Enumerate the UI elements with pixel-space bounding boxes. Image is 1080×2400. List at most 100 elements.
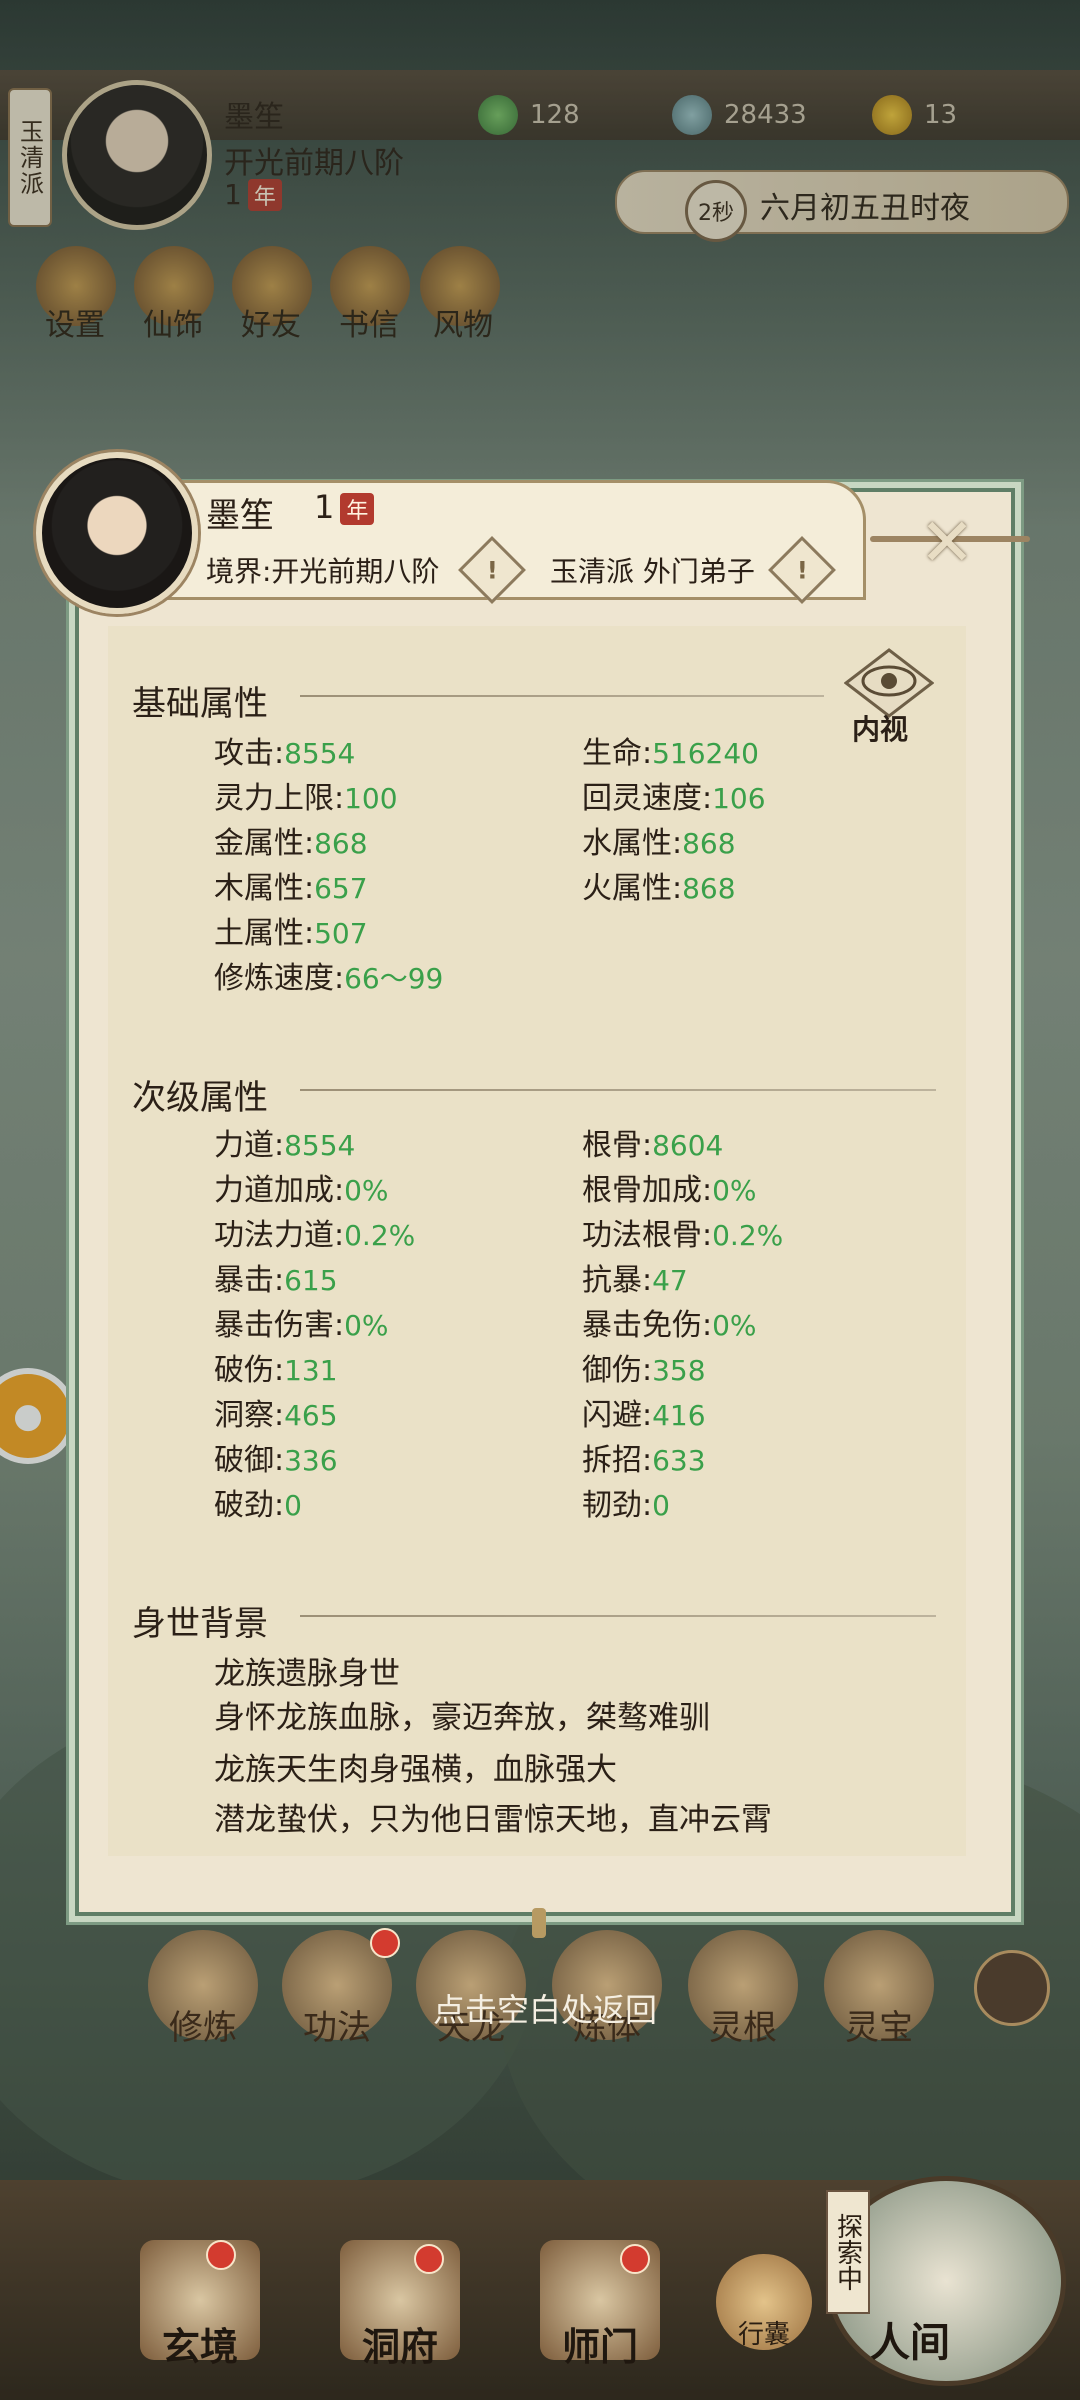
stat-label: 回灵速度 bbox=[582, 781, 702, 816]
stat-value: 868 bbox=[314, 827, 368, 860]
section-divider bbox=[300, 1089, 936, 1091]
stat-strength: 力道:8554 bbox=[214, 1128, 356, 1163]
stat-metal: 金属性:868 bbox=[214, 826, 368, 861]
stat-value: 66～99 bbox=[344, 962, 444, 995]
age-value: 1 bbox=[314, 488, 335, 526]
stat-crit-damage: 暴击伤害:0% bbox=[214, 1308, 389, 1343]
notification-dot bbox=[414, 2244, 444, 2274]
character-sect: 玉清派 外门弟子 bbox=[550, 555, 755, 588]
stat-label: 洞察 bbox=[214, 1398, 274, 1433]
stat-value: 416 bbox=[652, 1399, 706, 1432]
exploring-tag: 探索中 bbox=[826, 2190, 870, 2314]
stat-label: 抗暴 bbox=[582, 1263, 642, 1298]
stat-earth: 土属性:507 bbox=[214, 916, 368, 951]
stat-hp: 生命:516240 bbox=[582, 736, 759, 771]
background-line: 龙族天生肉身强横，血脉强大 bbox=[214, 1752, 617, 1788]
stat-value: 8554 bbox=[284, 737, 356, 770]
nav-label: 洞府 bbox=[361, 2325, 438, 2369]
stat-insight: 洞察:465 bbox=[214, 1398, 338, 1433]
stat-label: 力道 bbox=[214, 1128, 274, 1163]
close-icon[interactable]: ✕ bbox=[912, 508, 982, 578]
stat-label: 暴击 bbox=[214, 1263, 274, 1298]
basic-attributes-title: 基础属性 bbox=[132, 684, 268, 724]
skill-label: 功法 bbox=[303, 2008, 371, 2048]
character-age: 1年 bbox=[314, 488, 375, 526]
world-label: 人间 bbox=[870, 2320, 950, 2366]
stat-label: 灵力上限 bbox=[214, 781, 334, 816]
character-avatar bbox=[36, 452, 198, 614]
stat-wood: 木属性:657 bbox=[214, 871, 368, 906]
stat-value: 8604 bbox=[652, 1129, 724, 1162]
notification-dot bbox=[370, 1928, 400, 1958]
stat-value: 657 bbox=[314, 872, 368, 905]
character-name: 墨笙 bbox=[206, 496, 274, 536]
stat-label: 修炼速度 bbox=[214, 961, 334, 996]
stat-toughness: 韧劲:0 bbox=[582, 1488, 670, 1523]
stat-strength-bonus: 力道加成:0% bbox=[214, 1173, 389, 1208]
stat-value: 131 bbox=[284, 1354, 338, 1387]
stat-dodge: 闪避:416 bbox=[582, 1398, 706, 1433]
stat-label: 水属性 bbox=[582, 826, 672, 861]
stat-label: 暴击伤害 bbox=[214, 1308, 334, 1343]
stat-attack: 攻击:8554 bbox=[214, 736, 356, 771]
stat-spirit-regen: 回灵速度:106 bbox=[582, 781, 766, 816]
stat-value: 0 bbox=[284, 1489, 302, 1522]
stat-water: 水属性:868 bbox=[582, 826, 736, 861]
stat-label: 生命 bbox=[582, 736, 642, 771]
stat-value: 0% bbox=[712, 1309, 757, 1342]
stat-value: 615 bbox=[284, 1264, 338, 1297]
background-line: 身怀龙族血脉，豪迈奔放，桀骜难驯 bbox=[214, 1700, 710, 1736]
stat-value: 358 bbox=[652, 1354, 706, 1387]
stat-crit-resist: 抗暴:47 bbox=[582, 1263, 688, 1298]
stat-value: 47 bbox=[652, 1264, 688, 1297]
stat-label: 根骨加成 bbox=[582, 1173, 702, 1208]
stat-value: 507 bbox=[314, 917, 368, 950]
stat-value: 0.2% bbox=[344, 1219, 416, 1252]
secondary-attributes-title: 次级属性 bbox=[132, 1078, 268, 1118]
stat-value: 0% bbox=[712, 1174, 757, 1207]
notification-dot bbox=[620, 2244, 650, 2274]
stat-crit: 暴击:615 bbox=[214, 1263, 338, 1298]
stat-label: 攻击 bbox=[214, 736, 274, 771]
stat-spirit-cap: 灵力上限:100 bbox=[214, 781, 398, 816]
stat-value: 0% bbox=[344, 1174, 389, 1207]
stat-value: 633 bbox=[652, 1444, 706, 1477]
stat-crit-damage-reduction: 暴击免伤:0% bbox=[582, 1308, 757, 1343]
stat-pierce: 破伤:131 bbox=[214, 1353, 338, 1388]
notification-dot bbox=[206, 2240, 236, 2270]
stat-label: 功法根骨 bbox=[582, 1218, 702, 1253]
character-realm: 境界:开光前期八阶 bbox=[206, 555, 440, 588]
stat-value: 465 bbox=[284, 1399, 338, 1432]
section-divider bbox=[300, 695, 824, 697]
stat-parry: 拆招:633 bbox=[582, 1443, 706, 1478]
stat-value: 106 bbox=[712, 782, 766, 815]
section-divider bbox=[300, 1615, 936, 1617]
skill-label: 灵宝 bbox=[845, 2008, 913, 2048]
stat-value: 336 bbox=[284, 1444, 338, 1477]
stat-label: 土属性 bbox=[214, 916, 304, 951]
skill-label: 修炼 bbox=[169, 2008, 237, 2048]
stat-label: 暴击免伤 bbox=[582, 1308, 702, 1343]
stat-value: 0.2% bbox=[712, 1219, 784, 1252]
stat-break-force: 破劲:0 bbox=[214, 1488, 302, 1523]
age-badge: 年 bbox=[340, 493, 375, 525]
stat-value: 8554 bbox=[284, 1129, 356, 1162]
background-line: 潜龙蛰伏，只为他日雷惊天地，直冲云霄 bbox=[214, 1802, 772, 1838]
return-hint: 点击空白处返回 bbox=[432, 1991, 657, 2029]
stat-label: 力道加成 bbox=[214, 1173, 334, 1208]
nav-label: 师门 bbox=[561, 2325, 638, 2369]
stat-value: 0% bbox=[344, 1309, 389, 1342]
compass-button[interactable] bbox=[974, 1950, 1050, 2026]
stat-value: 0 bbox=[652, 1489, 670, 1522]
stat-label: 拆招 bbox=[582, 1443, 642, 1478]
stat-label: 韧劲 bbox=[582, 1488, 642, 1523]
stat-value: 868 bbox=[682, 872, 736, 905]
stat-fire: 火属性:868 bbox=[582, 871, 736, 906]
nav-label: 玄境 bbox=[161, 2325, 238, 2369]
bag-label: 行囊 bbox=[737, 2320, 790, 2350]
stat-value: 868 bbox=[682, 827, 736, 860]
stat-label: 御伤 bbox=[582, 1353, 642, 1388]
stat-constitution-bonus: 根骨加成:0% bbox=[582, 1173, 757, 1208]
stat-label: 闪避 bbox=[582, 1398, 642, 1433]
stat-cultivation-speed: 修炼速度:66～99 bbox=[214, 961, 444, 996]
